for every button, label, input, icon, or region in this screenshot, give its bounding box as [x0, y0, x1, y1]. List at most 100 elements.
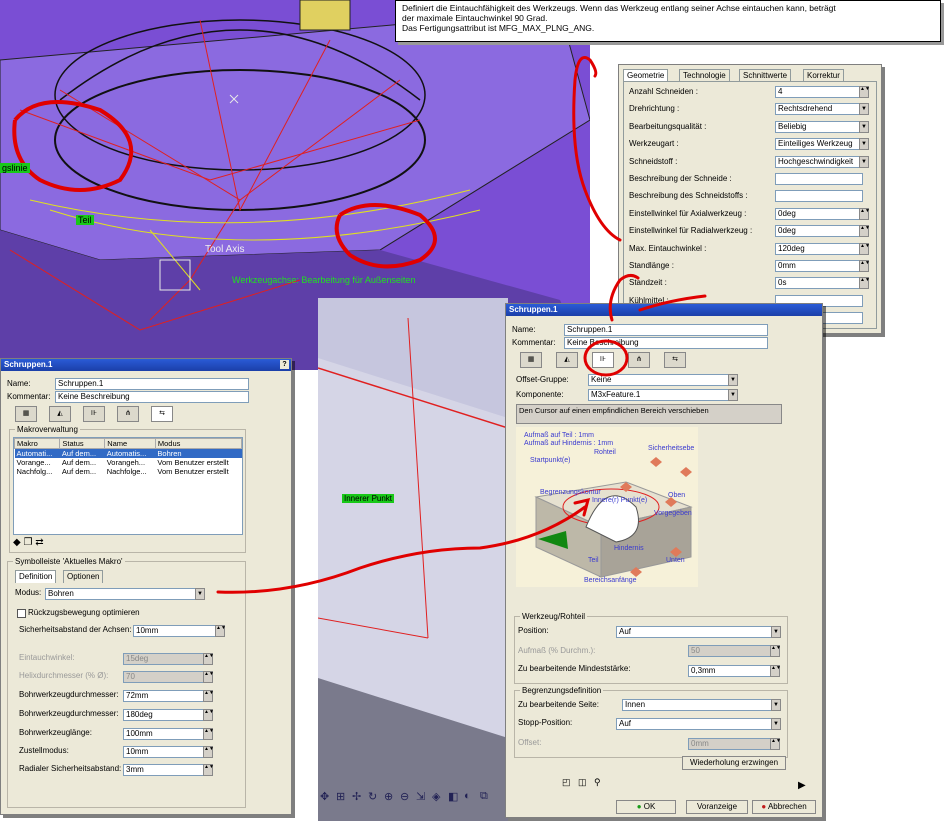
preview-button[interactable]: Voranzeige: [686, 800, 748, 814]
mode-dropdown-icon[interactable]: ▼: [195, 588, 205, 600]
macro-param-field[interactable]: 15deg: [123, 653, 205, 665]
macro-param-field[interactable]: 180deg: [123, 709, 205, 721]
spinner-arrows-icon[interactable]: ▲▼: [859, 207, 870, 220]
spinner-arrows-icon[interactable]: ▲▼: [215, 625, 226, 637]
tool-param-field[interactable]: 4: [775, 86, 863, 98]
macro-param-field[interactable]: 70: [123, 671, 205, 683]
offset-group-dropdown-icon[interactable]: ▼: [728, 374, 738, 386]
min-thickness-field[interactable]: 0,3mm: [688, 665, 772, 677]
tool-path-replay-icon[interactable]: ◰: [562, 777, 571, 788]
rough-stock-label[interactable]: Rohteil: [594, 449, 616, 456]
dropdown-arrow-icon[interactable]: ▼: [859, 138, 869, 151]
macro-table[interactable]: Makro Status Name Modus Automati... Auf dem..…: [13, 437, 243, 535]
zoom-in-icon[interactable]: ⊕: [384, 790, 393, 803]
limit-contour-label[interactable]: Begrenzungskontur: [540, 489, 601, 496]
hide-show-icon[interactable]: ◐: [464, 790, 471, 802]
rotate-icon[interactable]: ↻: [368, 790, 377, 803]
tab-macro-icon[interactable]: ⇆: [151, 406, 173, 422]
spinner-arrows-icon[interactable]: ▲▼: [859, 225, 870, 238]
tool-param-field[interactable]: 0s: [775, 277, 863, 290]
macro-column-header[interactable]: Status: [59, 438, 106, 449]
macro-column-header[interactable]: Makro: [13, 438, 61, 449]
pan-icon[interactable]: ✥: [320, 790, 329, 803]
overhang-field[interactable]: 50: [688, 645, 772, 657]
inner-points-label[interactable]: Innere(r) Punkt(e): [592, 497, 647, 504]
comment-field[interactable]: Keine Beschreibung: [564, 337, 768, 349]
copy-macro-icon[interactable]: ❐: [23, 537, 32, 548]
spinner-arrows-icon[interactable]: ▲▼: [203, 671, 214, 683]
macro-column-header[interactable]: Name: [104, 438, 156, 449]
tab-definition[interactable]: Definition: [15, 570, 57, 583]
geometry-diagram[interactable]: Aufmaß auf Teil : 1mm Aufmaß auf Hindern…: [516, 427, 698, 587]
macro-param-field[interactable]: 100mm: [123, 728, 205, 740]
overhang-spinner[interactable]: ▲▼: [770, 645, 781, 657]
spinner-arrows-icon[interactable]: ▲▼: [859, 260, 870, 272]
zoom-out-icon[interactable]: ⊖: [400, 790, 409, 803]
replay-icon[interactable]: ▶: [798, 780, 806, 791]
spinner-arrows-icon[interactable]: ▲▼: [203, 690, 214, 702]
tab-geometry-icon[interactable]: ◭: [556, 352, 578, 368]
bottom-label[interactable]: Unten: [666, 557, 685, 564]
mode-select[interactable]: Bohren: [45, 588, 199, 600]
offset-on-part-label[interactable]: Aufmaß auf Teil : 1mm: [524, 432, 594, 439]
side-to-machine-select[interactable]: Innen: [622, 699, 775, 711]
dropdown-arrow-icon[interactable]: ▼: [859, 120, 869, 133]
paste-macro-icon[interactable]: ⇄: [35, 537, 43, 548]
tool-param-field[interactable]: 0deg: [775, 225, 863, 238]
comment-field[interactable]: Keine Beschreibung: [55, 391, 249, 403]
spinner-arrows-icon[interactable]: ▲▼: [203, 764, 214, 776]
safety-plane-label[interactable]: Sicherheitsebe: [648, 445, 694, 452]
tab-tool-icon[interactable]: ⊪: [592, 352, 614, 368]
tool-param-field[interactable]: 0deg: [775, 207, 863, 220]
analyze-icon[interactable]: ⚲: [594, 777, 601, 788]
dropdown-arrow-icon[interactable]: ▼: [859, 155, 869, 168]
dropdown-arrow-icon[interactable]: ▼: [859, 103, 869, 116]
min-thickness-spinner[interactable]: ▲▼: [770, 665, 781, 677]
force-repeat-button[interactable]: Wiederholung erzwingen: [682, 756, 786, 770]
tab-tool-icon[interactable]: ⊪: [83, 406, 105, 422]
tool-param-field[interactable]: [775, 190, 863, 203]
start-points-label[interactable]: Startpunkt(e): [530, 457, 570, 464]
tab-feedrate-icon[interactable]: ⋔: [628, 352, 650, 368]
component-dropdown-icon[interactable]: ▼: [728, 389, 738, 401]
stop-position-select[interactable]: Auf: [616, 718, 775, 730]
check-element-label[interactable]: Hindernis: [614, 545, 644, 552]
tool-param-field[interactable]: Rechtsdrehend: [775, 103, 863, 116]
side-to-machine-dropdown-icon[interactable]: ▼: [771, 699, 781, 711]
position-select[interactable]: Auf: [616, 626, 775, 638]
views-icon[interactable]: ◈: [432, 790, 440, 803]
tool-param-field[interactable]: Beliebig: [775, 120, 863, 133]
cancel-button[interactable]: ● Abbrechen: [752, 800, 816, 814]
macro-param-field[interactable]: 10mm: [123, 746, 205, 758]
dialog-titlebar[interactable]: Schruppen.1: [506, 304, 822, 316]
top-label[interactable]: Oben: [668, 492, 685, 499]
dialog-titlebar[interactable]: Schruppen.1 ?: [1, 359, 291, 371]
macro-column-header[interactable]: Modus: [154, 438, 243, 449]
offset-group-select[interactable]: Keine: [588, 374, 732, 386]
imposed-label[interactable]: Vorgegeben: [654, 510, 692, 517]
name-field[interactable]: Schruppen.1: [564, 324, 768, 336]
macro-row[interactable]: Automati... Auf dem... Automatis... Bohren: [14, 448, 242, 458]
tab-macro-icon[interactable]: ⇆: [664, 352, 686, 368]
offset-on-check-label[interactable]: Aufmaß auf Hindernis : 1mm: [524, 440, 613, 447]
macro-row[interactable]: Nachfolg... Auf dem... Nachfolge... Vom Ben…: [15, 467, 242, 476]
stop-position-dropdown-icon[interactable]: ▼: [771, 718, 781, 730]
macro-param-field[interactable]: 72mm: [123, 690, 205, 702]
render-style-icon[interactable]: ◧: [448, 790, 458, 803]
tab-options[interactable]: Optionen: [63, 570, 104, 583]
macro-param-field[interactable]: 10mm: [133, 625, 217, 637]
spinner-arrows-icon[interactable]: ▲▼: [203, 746, 214, 758]
spinner-arrows-icon[interactable]: ▲▼: [859, 277, 870, 290]
tool-param-field[interactable]: [775, 173, 863, 185]
offset-field[interactable]: 0mm: [688, 738, 772, 750]
simulation-icon[interactable]: ◫: [578, 777, 587, 788]
spinner-arrows-icon[interactable]: ▲▼: [203, 709, 214, 721]
help-button[interactable]: ?: [280, 360, 289, 369]
offset-spinner[interactable]: ▲▼: [770, 738, 781, 750]
name-field[interactable]: Schruppen.1: [55, 378, 249, 390]
spinner-arrows-icon[interactable]: ▲▼: [859, 242, 870, 255]
macro-param-field[interactable]: 3mm: [123, 764, 205, 776]
spinner-arrows-icon[interactable]: ▲▼: [203, 653, 214, 665]
move-icon[interactable]: ✢: [352, 790, 361, 803]
tab-feedrate-icon[interactable]: ⋔: [117, 406, 139, 422]
